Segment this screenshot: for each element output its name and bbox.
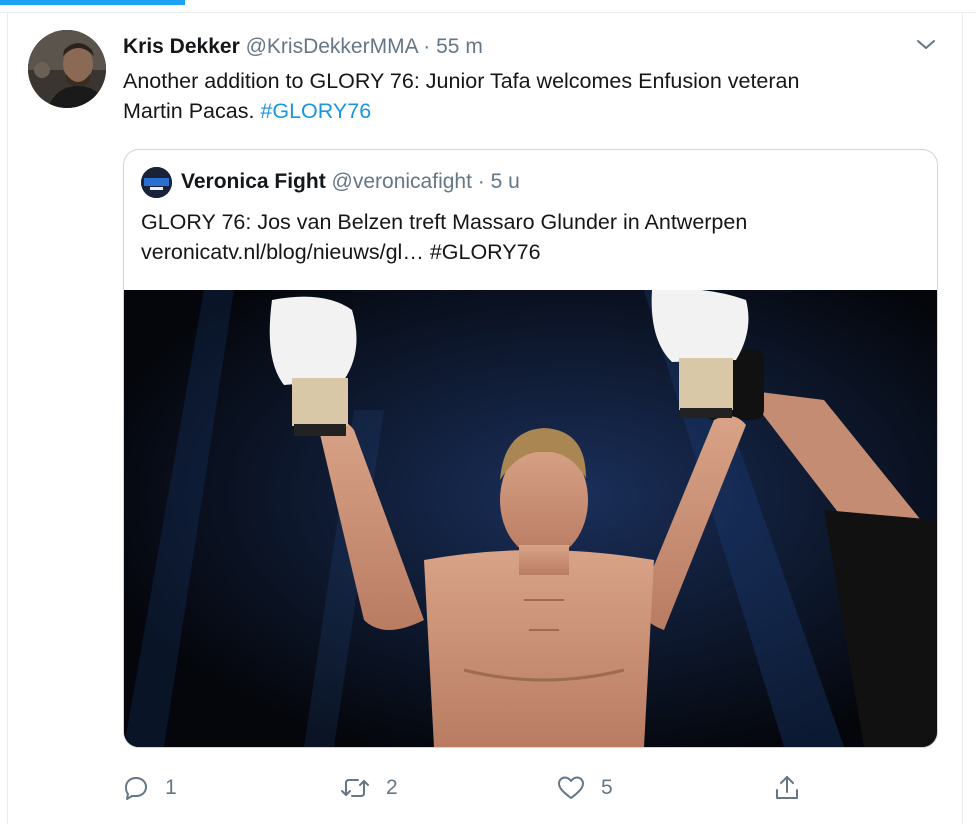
quoted-author-handle[interactable]: @veronicafight [332, 170, 472, 193]
hashtag-link[interactable]: #GLORY76 [260, 99, 371, 123]
author-avatar-photo [28, 30, 106, 108]
author-handle[interactable]: @KrisDekkerMMA [246, 35, 418, 58]
like-count: 5 [601, 776, 613, 799]
share-icon [776, 776, 798, 799]
tweet-text-line1: Another addition to GLORY 76: Junior Taf… [123, 69, 800, 93]
retweet-icon [341, 779, 369, 797]
quoted-text-line1: GLORY 76: Jos van Belzen treft Massaro G… [141, 210, 748, 234]
tweet-text-line2-prefix: Martin Pacas. [123, 99, 261, 123]
fighter-photo [124, 288, 937, 747]
quoted-author-avatar[interactable] [141, 167, 172, 198]
header-separator: · [423, 35, 431, 58]
quoted-author-name[interactable]: Veronica Fight [181, 170, 326, 193]
veronica-logo-icon [141, 167, 172, 198]
quoted-header-separator: · [477, 170, 485, 193]
share-button[interactable] [773, 770, 801, 806]
quoted-text-line2: veronicatv.nl/blog/nieuws/gl… #GLORY76 [141, 237, 921, 267]
loading-progress-bar [0, 0, 185, 5]
author-name[interactable]: Kris Dekker [123, 35, 240, 58]
heart-icon [558, 776, 584, 799]
reply-icon [125, 777, 147, 800]
quoted-tweet-timestamp[interactable]: 5 u [491, 170, 520, 193]
tweet-header: Kris Dekker @KrisDekkerMMA · 55 m [123, 34, 483, 60]
quoted-tweet-card[interactable]: Veronica Fight @veronicafight · 5 u GLOR… [123, 149, 938, 748]
left-divider [7, 12, 8, 824]
quoted-tweet-header: Veronica Fight @veronicafight · 5 u [181, 169, 520, 195]
tweet-text-line2: Martin Pacas. #GLORY76 [123, 96, 943, 126]
retweet-button[interactable]: 2 [340, 770, 398, 806]
tweet-action-bar: 1 2 5 [0, 770, 976, 806]
retweet-count: 2 [386, 776, 398, 799]
quoted-tweet-text: GLORY 76: Jos van Belzen treft Massaro G… [141, 207, 921, 267]
reply-count: 1 [165, 776, 177, 799]
tweet-menu-button[interactable] [914, 34, 938, 54]
tweet-text: Another addition to GLORY 76: Junior Taf… [123, 66, 943, 126]
author-avatar[interactable] [28, 30, 106, 108]
tweet-timestamp[interactable]: 55 m [436, 35, 483, 58]
like-button[interactable]: 5 [557, 770, 613, 806]
quoted-tweet-photo[interactable] [124, 288, 937, 747]
right-divider [962, 12, 963, 824]
chevron-down-icon [917, 40, 935, 49]
quoted-hashtag[interactable]: #GLORY76 [430, 240, 541, 264]
top-divider [0, 12, 976, 13]
quoted-link[interactable]: veronicatv.nl/blog/nieuws/gl… [141, 240, 424, 264]
reply-button[interactable]: 1 [123, 770, 177, 806]
